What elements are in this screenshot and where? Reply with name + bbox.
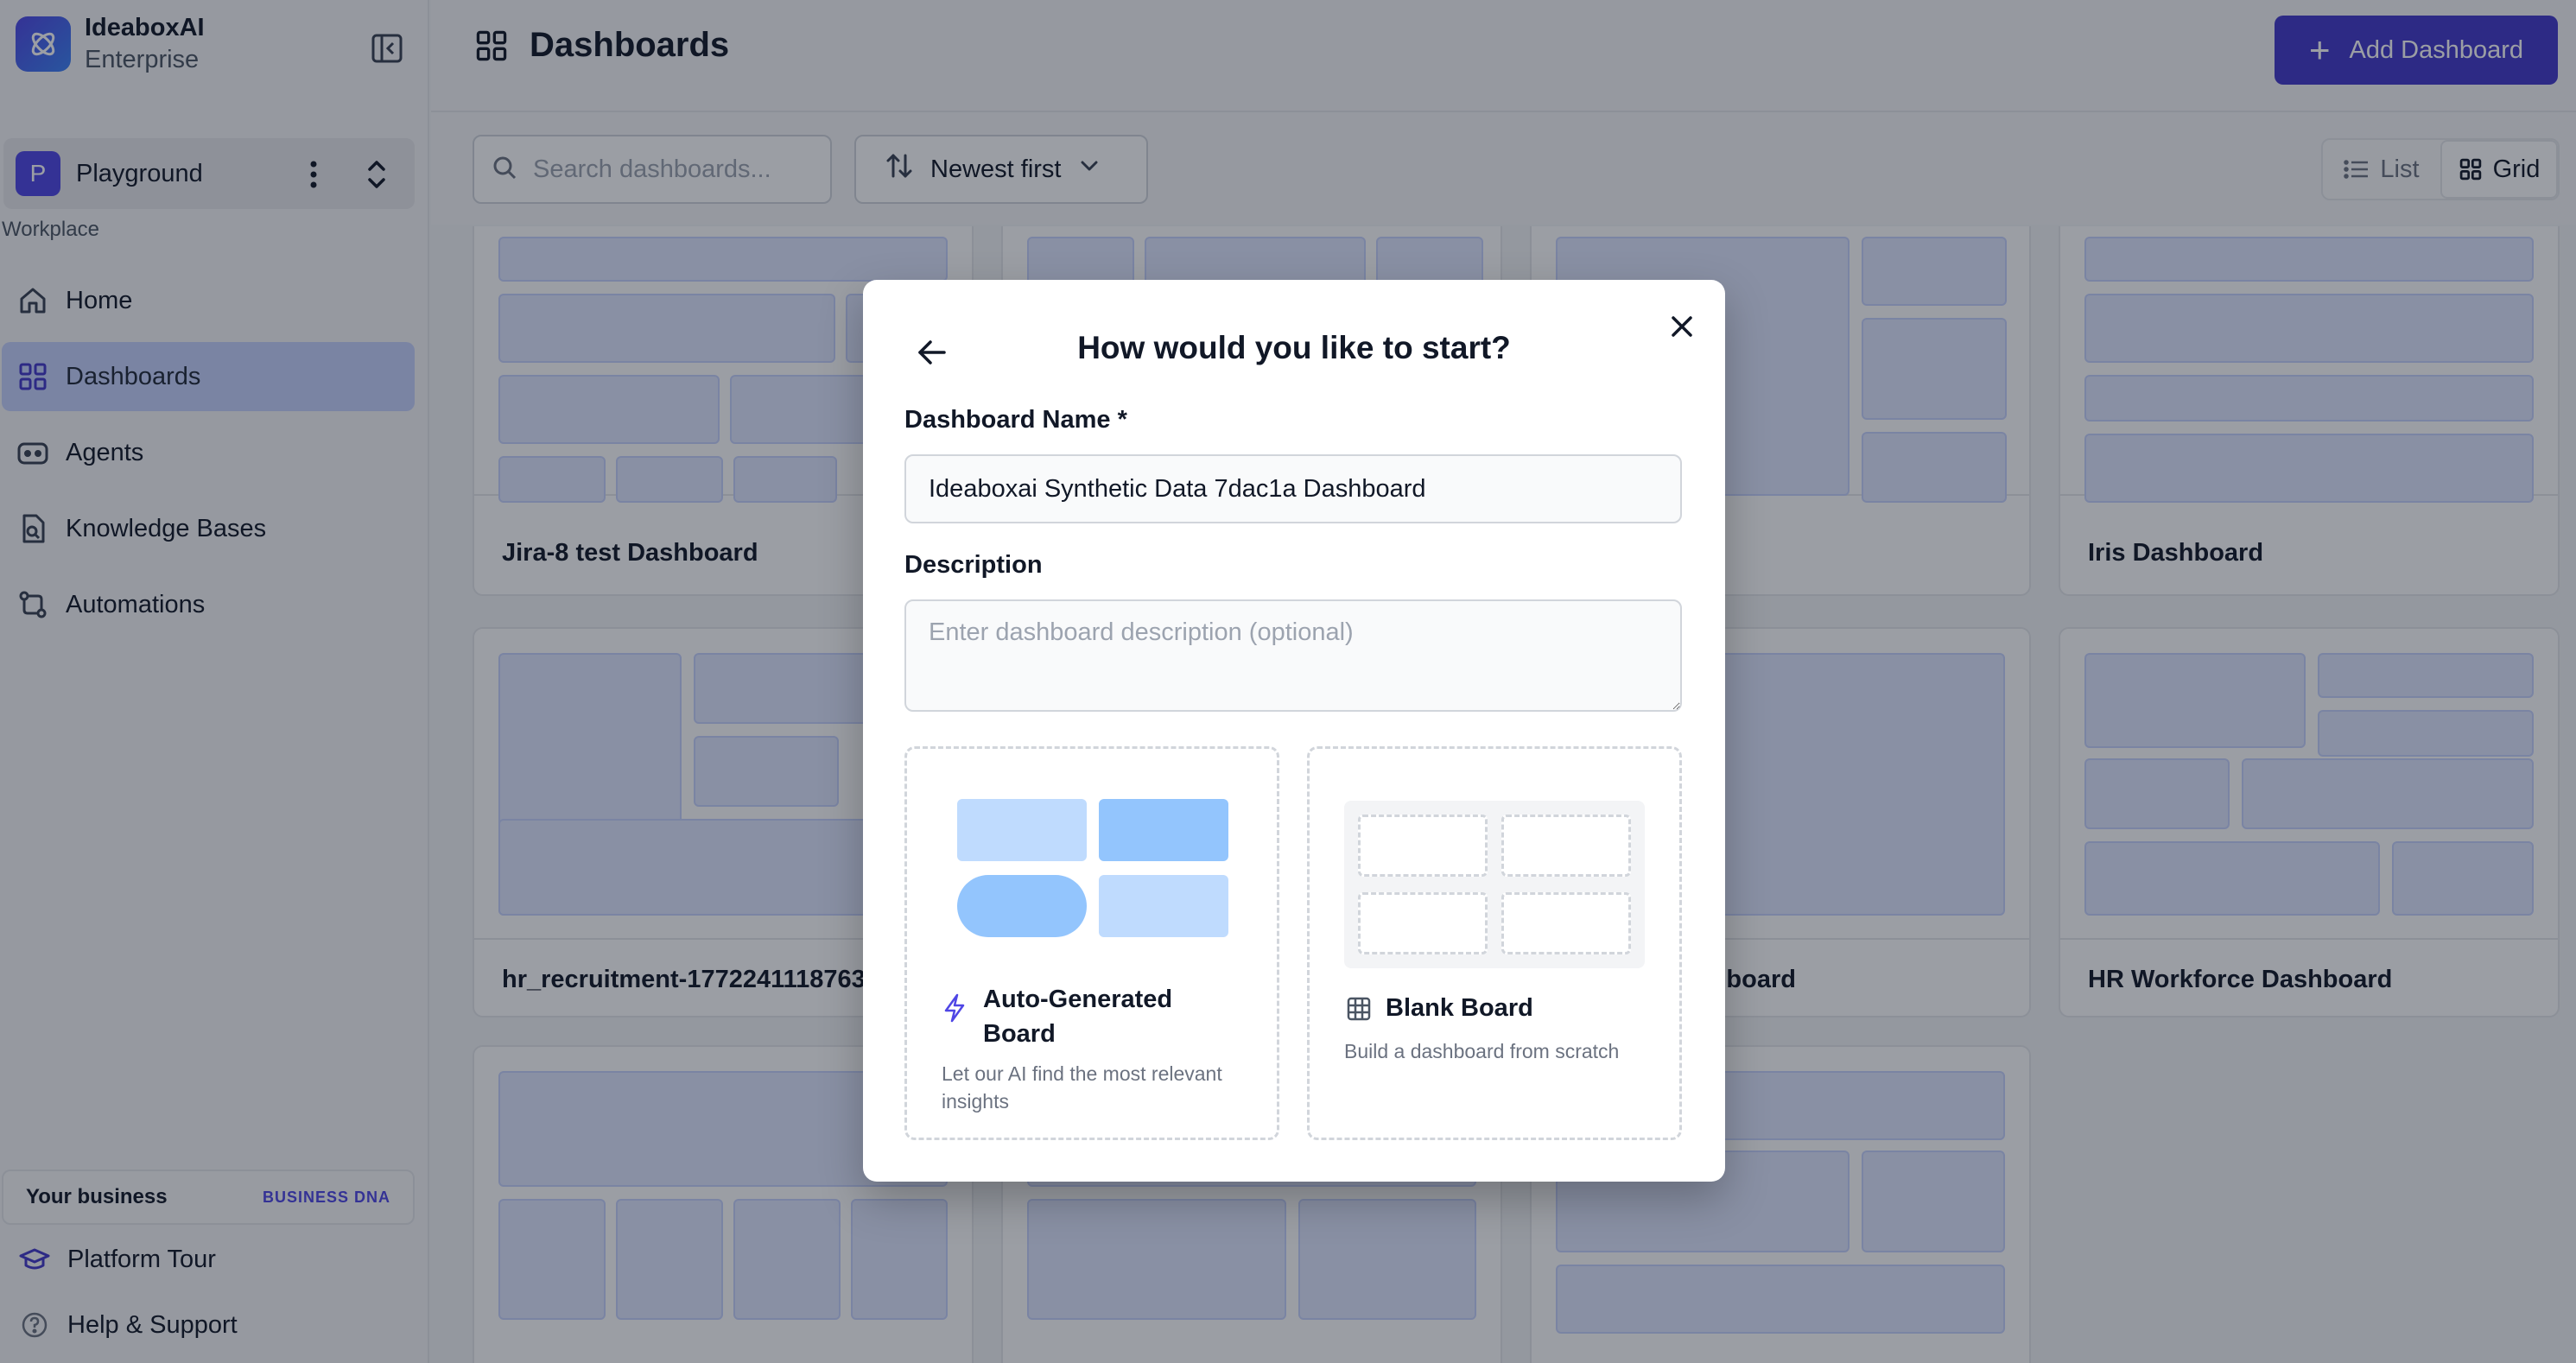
auto-board-description: Let our AI find the most relevant insigh… [942, 1062, 1222, 1113]
close-icon[interactable] [1665, 309, 1699, 344]
description-input[interactable] [904, 599, 1682, 712]
description-label: Description [904, 551, 1043, 579]
lightning-icon [942, 992, 968, 1028]
dashboard-name-input[interactable] [904, 454, 1682, 523]
auto-board-title: Auto-Generated Board [983, 986, 1173, 1048]
blank-board-title: Blank Board [1386, 994, 1533, 1022]
auto-generated-board-option[interactable]: Auto-Generated Board Let our AI find the… [904, 746, 1279, 1140]
create-dashboard-modal: How would you like to start? Dashboard N… [863, 280, 1725, 1182]
dashboard-name-label: Dashboard Name * [904, 406, 1127, 434]
modal-title: How would you like to start? [1077, 330, 1511, 365]
blank-board-illustration [1344, 801, 1645, 968]
blank-board-description: Build a dashboard from scratch [1344, 1040, 1620, 1062]
table-grid-icon [1346, 996, 1372, 1026]
blank-board-option[interactable]: Blank Board Build a dashboard from scrat… [1307, 746, 1682, 1140]
